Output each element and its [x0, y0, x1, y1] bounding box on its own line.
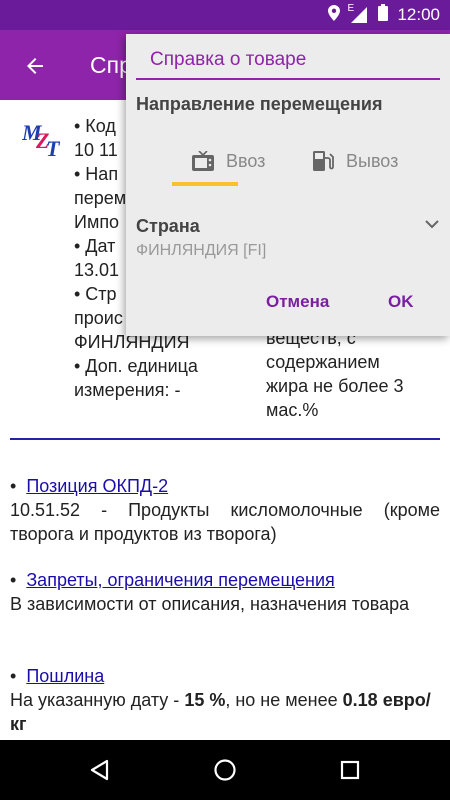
network-type: E: [347, 3, 355, 14]
tab-export[interactable]: Вывоз: [312, 134, 398, 188]
bullet: •: [10, 570, 17, 590]
tab-import-label: Ввоз: [226, 150, 266, 171]
description-line: мас.%: [266, 400, 319, 420]
battery-icon: [378, 4, 389, 26]
arrow-left-icon: [27, 58, 43, 74]
okpd-section: • Позиция ОКПД-2 10.51.52 - Продукты кисл…: [10, 474, 440, 546]
status-bar: E 12:00: [0, 0, 450, 30]
ok-button[interactable]: OK: [388, 292, 414, 312]
country-label: Страна: [136, 216, 200, 236]
nav-recents-button[interactable]: [330, 750, 370, 790]
search-field[interactable]: [136, 44, 440, 80]
mzt-logo-icon: M Z T: [21, 118, 64, 161]
direction-tabs: Ввоз Вывоз: [156, 134, 450, 190]
bullet: •: [10, 476, 17, 496]
back-button[interactable]: [18, 49, 52, 83]
country-select[interactable]: ФИНЛЯНДИЯ [FI]: [136, 242, 266, 260]
details-right-column: веществ, с содержанием жира не более 3 м…: [266, 326, 446, 422]
signal-icon: E: [347, 3, 369, 23]
search-input[interactable]: [136, 44, 440, 76]
location-icon: [328, 4, 341, 26]
restrictions-link[interactable]: Запреты, ограничения перемещения: [26, 568, 335, 592]
duty-min-amount: 0.18: [342, 690, 378, 710]
tab-export-label: Вывоз: [346, 150, 399, 171]
restrictions-section: • Запреты, ограничения перемещения В зави…: [10, 568, 440, 616]
section-divider: [10, 438, 440, 440]
okpd-link[interactable]: Позиция ОКПД-2: [26, 474, 168, 498]
description-line: содержанием: [266, 352, 380, 372]
triangle-back-icon: [90, 759, 109, 781]
tab-import[interactable]: Ввоз: [192, 134, 265, 188]
chevron-down-icon[interactable]: [422, 214, 442, 234]
tab-selection-indicator: [172, 182, 238, 186]
duty-rate: 15 %: [184, 690, 226, 710]
detail-line: измерения: -: [74, 380, 181, 400]
nav-back-button[interactable]: [80, 750, 120, 790]
direction-label: Направление перемещения: [136, 94, 383, 114]
nav-home-button[interactable]: [205, 750, 245, 790]
circle-home-icon: [214, 759, 236, 781]
detail-line: • Доп. единица: [74, 356, 198, 376]
clock: 12:00: [397, 5, 440, 24]
cancel-button[interactable]: Отмена: [266, 292, 329, 312]
description-line: жира не более 3: [266, 376, 404, 396]
okpd-description: 10.51.52 - Продукты кисломолочные (кроме…: [10, 500, 440, 544]
duty-section: • Пошлина На указанную дату - 15 %, но не…: [10, 664, 440, 736]
duty-description: На указанную дату - 15 %, но не менее 0.…: [10, 688, 440, 736]
square-recents-icon: [340, 760, 360, 780]
duty-prefix: На указанную дату -: [10, 690, 180, 710]
duty-link[interactable]: Пошлина: [26, 664, 104, 688]
svg-text:T: T: [46, 136, 61, 158]
fuel-pump-icon: [313, 151, 334, 171]
system-navigation-bar: [0, 740, 450, 800]
direction-dialog: Направление перемещения Ввоз Вывоз Стран…: [126, 34, 450, 336]
duty-mid: , но не менее: [225, 690, 338, 710]
tv-icon: [192, 151, 214, 171]
restrictions-description: В зависимости от описания, назначения то…: [10, 594, 410, 614]
bullet: •: [10, 666, 17, 686]
